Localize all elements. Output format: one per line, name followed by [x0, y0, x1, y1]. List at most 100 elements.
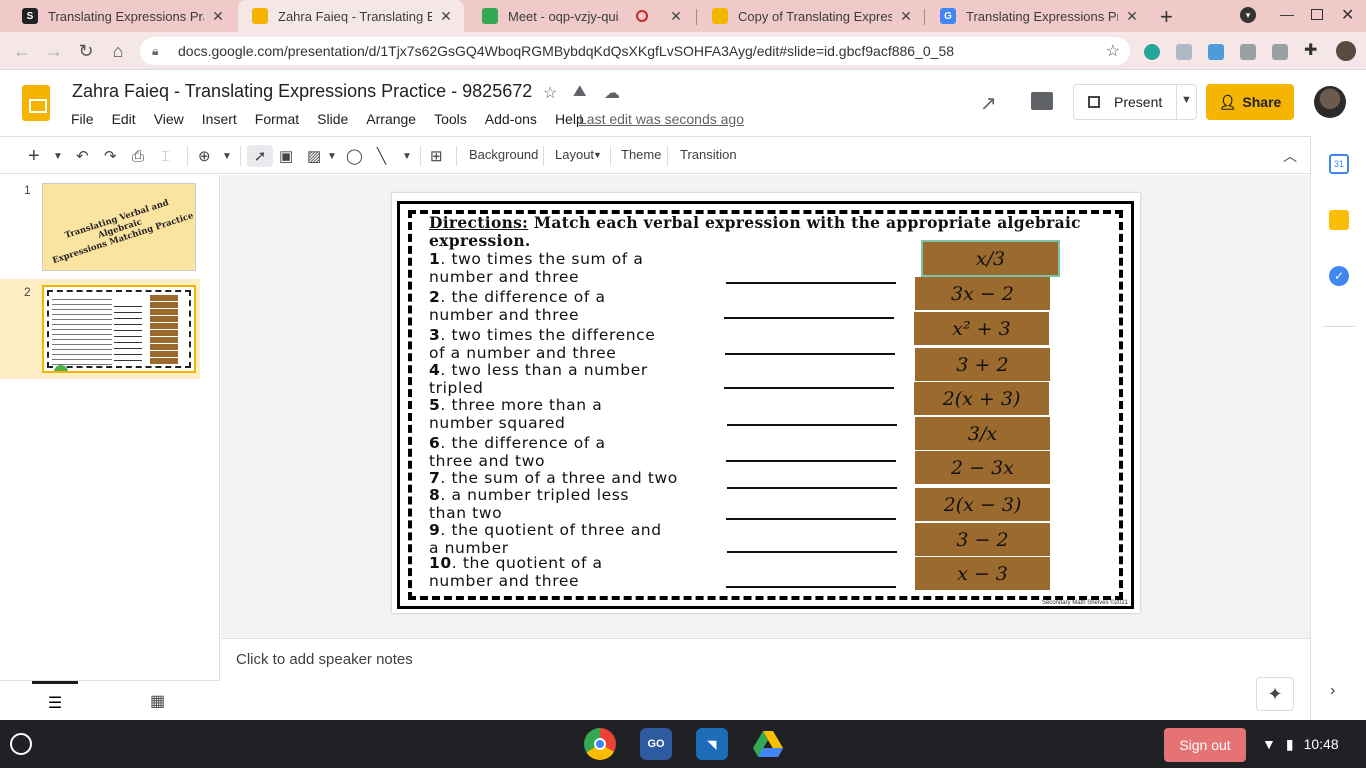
- slide-thumbnail-2[interactable]: [42, 285, 196, 373]
- minimize-icon[interactable]: —: [1280, 6, 1294, 22]
- menu-view[interactable]: View: [145, 109, 193, 129]
- zoom-dropdown-icon[interactable]: ▼: [222, 145, 232, 167]
- image-icon[interactable]: ▨: [307, 145, 321, 167]
- extension-icon[interactable]: [1208, 44, 1224, 60]
- verbal-item[interactable]: 10. the quotient of a number and three: [429, 554, 729, 590]
- line-dropdown-icon[interactable]: ▼: [402, 145, 412, 167]
- menu-tools[interactable]: Tools: [425, 109, 476, 129]
- last-edit-link[interactable]: Last edit was seconds ago: [579, 111, 744, 127]
- text-box-icon[interactable]: ▣: [279, 145, 293, 167]
- speaker-notes[interactable]: Click to add speaker notes: [236, 651, 413, 668]
- expression-card[interactable]: 2(x − 3): [915, 488, 1050, 521]
- expression-card[interactable]: x² + 3: [914, 312, 1049, 345]
- home-icon[interactable]: ⌂: [106, 39, 130, 63]
- verbal-item[interactable]: 6. the difference of a three and two: [429, 434, 729, 470]
- verbal-item[interactable]: 4. two less than a number tripled: [429, 361, 729, 397]
- background-button[interactable]: Background: [469, 147, 538, 162]
- browser-tab-3[interactable]: Meet - oqp-vzjy-qui ✕: [468, 0, 694, 32]
- menu-addons[interactable]: Add-ons: [476, 109, 546, 129]
- reload-icon[interactable]: ↻: [74, 39, 98, 63]
- verbal-item[interactable]: 3. two times the difference of a number a…: [429, 326, 729, 362]
- new-slide-icon[interactable]: +: [28, 145, 40, 167]
- add-comment-icon[interactable]: ⊞: [430, 145, 443, 167]
- verbal-item[interactable]: 2. the difference of a number and three: [429, 288, 729, 324]
- profile-avatar[interactable]: [1336, 41, 1356, 61]
- comments-icon[interactable]: [1031, 92, 1053, 110]
- filmstrip-view-icon[interactable]: ☰: [32, 681, 78, 721]
- present-button[interactable]: Present ▼: [1073, 84, 1197, 120]
- browser-tab-5[interactable]: G Translating Expressions Practi ✕: [926, 0, 1150, 32]
- collapse-toolbar-icon[interactable]: ︿: [1283, 145, 1297, 167]
- expression-card[interactable]: x/3: [921, 240, 1060, 277]
- select-icon[interactable]: ➚: [247, 145, 273, 167]
- layout-dropdown-icon[interactable]: ▼: [593, 150, 602, 160]
- close-tab-icon[interactable]: ✕: [438, 8, 454, 25]
- puzzle-icon[interactable]: ✚: [1304, 40, 1320, 59]
- browser-tab-2[interactable]: Zahra Faieq - Translating Expr ✕: [238, 0, 464, 32]
- close-tab-icon[interactable]: ✕: [668, 8, 684, 25]
- cloud-status-icon[interactable]: ☁: [604, 83, 620, 103]
- back-icon[interactable]: ←: [10, 39, 34, 63]
- expression-card[interactable]: 3x − 2: [915, 277, 1050, 310]
- classroom-icon[interactable]: ◥: [696, 728, 728, 760]
- expression-card[interactable]: 2 − 3x: [915, 451, 1050, 484]
- restore-icon[interactable]: [1311, 9, 1323, 20]
- close-tab-icon[interactable]: ✕: [898, 8, 914, 25]
- expression-card[interactable]: 3 − 2: [915, 523, 1050, 556]
- theme-button[interactable]: Theme: [621, 147, 661, 162]
- layout-button[interactable]: Layout: [555, 147, 594, 162]
- browser-tab-4[interactable]: Copy of Translating Expressio ✕: [698, 0, 924, 32]
- verbal-item[interactable]: 9. the quotient of three and a number: [429, 521, 729, 557]
- print-icon[interactable]: ⎙: [132, 145, 144, 167]
- extension-icon[interactable]: [1144, 44, 1160, 60]
- activity-dashboard-icon[interactable]: ↗: [980, 91, 997, 116]
- lcps-go-icon[interactable]: GO: [640, 728, 672, 760]
- verbal-item[interactable]: 5. three more than a number squared: [429, 396, 729, 432]
- forward-icon[interactable]: →: [42, 39, 66, 63]
- present-dropdown-icon[interactable]: ▼: [1181, 94, 1192, 106]
- menu-edit[interactable]: Edit: [103, 109, 145, 129]
- calendar-icon[interactable]: 31: [1329, 154, 1349, 174]
- status-tray[interactable]: ▼ ▮ 10:48: [1262, 728, 1339, 760]
- document-title[interactable]: Zahra Faieq - Translating Expressions Pr…: [72, 81, 532, 102]
- browser-tab-1[interactable]: S Translating Expressions Practi ✕: [8, 0, 236, 32]
- new-slide-dropdown-icon[interactable]: ▼: [53, 145, 63, 167]
- address-bar[interactable]: 🔒︎ docs.google.com/presentation/d/1Tjx7s…: [140, 37, 1130, 65]
- extension-icon[interactable]: [1272, 44, 1288, 60]
- explore-icon[interactable]: ✦: [1256, 677, 1294, 711]
- image-dropdown-icon[interactable]: ▼: [327, 145, 337, 167]
- account-avatar[interactable]: [1314, 86, 1346, 118]
- star-icon[interactable]: ☆: [543, 83, 557, 103]
- menu-slide[interactable]: Slide: [308, 109, 357, 129]
- close-tab-icon[interactable]: ✕: [1124, 8, 1140, 25]
- sign-out-button[interactable]: Sign out: [1164, 728, 1246, 762]
- extension-icon[interactable]: [1240, 44, 1256, 60]
- grid-view-icon[interactable]: ▦: [150, 691, 165, 711]
- expression-card[interactable]: x − 3: [915, 557, 1050, 590]
- extension-icon[interactable]: [1176, 44, 1192, 60]
- line-icon[interactable]: ╲: [377, 145, 386, 167]
- launcher-icon[interactable]: [10, 733, 32, 755]
- expression-card[interactable]: 3/x: [915, 417, 1050, 450]
- slide[interactable]: Directions: Match each verbal expression…: [392, 193, 1140, 613]
- expression-card[interactable]: 3 + 2: [915, 348, 1050, 381]
- shape-icon[interactable]: ◯: [346, 145, 363, 167]
- move-folder-icon[interactable]: ⛰: [573, 83, 586, 101]
- drive-icon[interactable]: [752, 728, 784, 760]
- show-side-panel-icon[interactable]: ›: [1330, 682, 1335, 700]
- close-tab-icon[interactable]: ✕: [210, 8, 226, 25]
- menu-file[interactable]: File: [62, 109, 103, 129]
- undo-icon[interactable]: ↶: [76, 145, 89, 167]
- slides-logo-icon[interactable]: [22, 85, 50, 121]
- zoom-icon[interactable]: ⊕: [198, 145, 211, 167]
- redo-icon[interactable]: ↷: [104, 145, 117, 167]
- slide-thumbnail-1[interactable]: Translating Verbal and Algebraic Express…: [42, 183, 196, 271]
- paint-format-icon[interactable]: ⌶: [161, 145, 170, 167]
- menu-arrange[interactable]: Arrange: [357, 109, 425, 129]
- verbal-item[interactable]: 7. the sum of a three and two: [429, 469, 759, 488]
- new-tab-icon[interactable]: +: [1160, 4, 1173, 30]
- menu-format[interactable]: Format: [246, 109, 308, 129]
- bookmark-star-icon[interactable]: ☆: [1106, 41, 1120, 61]
- keep-icon[interactable]: [1329, 210, 1349, 230]
- share-button[interactable]: 👤︎ Share: [1206, 84, 1294, 120]
